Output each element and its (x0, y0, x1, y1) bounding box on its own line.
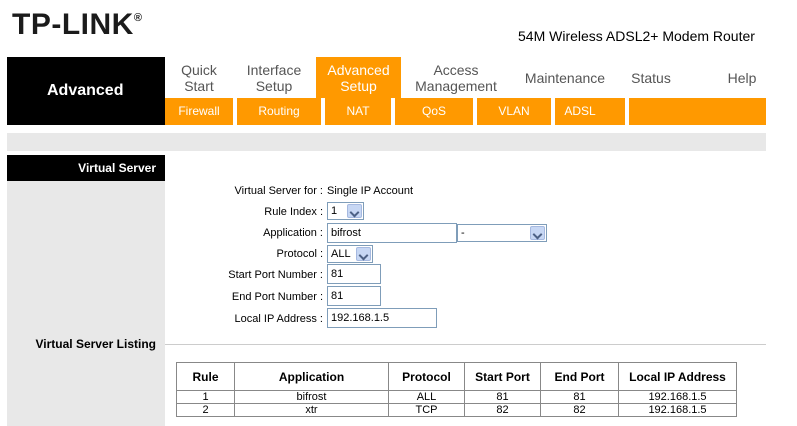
main-nav: Quick Start Interface Setup Advanced Setup … (165, 57, 766, 98)
logo-text: TP-LINK (12, 8, 134, 41)
rule-index-label: Rule Index : (264, 206, 323, 218)
col-rule: Rule (176, 362, 235, 391)
start-port-label: Start Port Number : (228, 269, 323, 281)
nav-access-management[interactable]: Access Management (405, 57, 507, 98)
rule-index-select[interactable]: 1 (327, 202, 364, 220)
cell-application: xtr (234, 403, 389, 417)
subnav-firewall[interactable]: Firewall (165, 102, 233, 121)
cell-end-port: 81 (540, 390, 619, 404)
nav-help[interactable]: Help (717, 57, 767, 98)
model-name: 54M Wireless ADSL2+ Modem Router (518, 28, 755, 44)
subnav-vlan[interactable]: VLAN (477, 102, 551, 121)
virtual-server-for-value: Single IP Account (327, 185, 414, 197)
col-start-port: Start Port (464, 362, 541, 391)
table-row: 2 xtr TCP 82 82 192.168.1.5 (176, 403, 737, 417)
virtual-server-table: Rule Application Protocol Start Port End… (176, 362, 737, 417)
tp-link-logo: TP-LINK® (12, 8, 142, 42)
nav-label-line1: Advanced (327, 62, 390, 78)
nav-label-line1: Help (727, 70, 757, 86)
nav-label-line1: Interface (246, 62, 302, 78)
nav-label-line1: Access (433, 62, 479, 78)
sub-nav: Firewall Routing NAT QoS VLAN ADSL (165, 98, 766, 125)
cell-start-port: 81 (464, 390, 541, 404)
nav-label-line1: Status (631, 70, 671, 86)
virtual-server-for-label: Virtual Server for : (234, 185, 323, 197)
section-divider (165, 344, 766, 345)
application-select[interactable]: - (457, 224, 547, 242)
protocol-select[interactable]: ALL (327, 245, 373, 263)
subnav-routing[interactable]: Routing (237, 102, 321, 121)
col-protocol: Protocol (388, 362, 465, 391)
subnav-nat[interactable]: NAT (325, 102, 391, 121)
section-label: Advanced (47, 82, 124, 99)
nav-label-line1: Quick (181, 62, 217, 78)
cell-protocol: ALL (388, 390, 465, 404)
end-port-label: End Port Number : (231, 291, 323, 303)
chevron-down-icon (356, 247, 371, 261)
nav-section-title: Advanced (7, 57, 165, 125)
chevron-down-icon (530, 226, 545, 240)
header-divider-bar (7, 133, 766, 151)
table-row: 1 bifrost ALL 81 81 192.168.1.5 (176, 390, 737, 404)
cell-local-ip: 192.168.1.5 (618, 390, 737, 404)
cell-local-ip: 192.168.1.5 (618, 403, 737, 417)
cell-application: bifrost (234, 390, 389, 404)
application-label: Application : (263, 227, 323, 239)
registered-mark: ® (133, 12, 143, 24)
nav-label-line2: Management (415, 78, 497, 94)
cell-start-port: 82 (464, 403, 541, 417)
protocol-label: Protocol : (276, 248, 323, 260)
virtual-server-heading: Virtual Server (7, 155, 165, 181)
nav-quick-start[interactable]: Quick Start (165, 57, 233, 98)
end-port-input[interactable]: 81 (327, 286, 381, 306)
application-select-value: - (461, 227, 465, 239)
cell-protocol: TCP (388, 403, 465, 417)
nav-label-line2: Setup (255, 78, 293, 94)
application-input[interactable]: bifrost (327, 223, 457, 243)
virtual-server-listing-heading: Virtual Server Listing (35, 337, 157, 351)
nav-interface-setup[interactable]: Interface Setup (235, 57, 313, 98)
nav-status[interactable]: Status (623, 57, 679, 98)
local-ip-label: Local IP Address : (234, 313, 323, 325)
cell-rule: 2 (176, 403, 235, 417)
col-application: Application (234, 362, 389, 391)
cell-rule: 1 (176, 390, 235, 404)
nav-maintenance[interactable]: Maintenance (515, 57, 615, 98)
rule-index-value: 1 (331, 205, 338, 217)
col-end-port: End Port (540, 362, 619, 391)
chevron-down-icon (347, 204, 362, 218)
start-port-input[interactable]: 81 (327, 264, 381, 284)
nav-advanced-setup[interactable]: Advanced Setup (316, 57, 401, 98)
col-local-ip: Local IP Address (618, 362, 737, 391)
subnav-adsl[interactable]: ADSL (555, 102, 605, 121)
nav-label-line1: Maintenance (524, 70, 606, 86)
nav-label-line2: Start (184, 78, 214, 94)
table-header-row: Rule Application Protocol Start Port End… (176, 362, 737, 391)
protocol-value: ALL (331, 248, 351, 260)
local-ip-input[interactable]: 192.168.1.5 (327, 308, 437, 328)
cell-end-port: 82 (540, 403, 619, 417)
subnav-qos[interactable]: QoS (395, 102, 473, 121)
nav-label-line2: Setup (340, 78, 377, 94)
subnav-separator (625, 98, 629, 125)
